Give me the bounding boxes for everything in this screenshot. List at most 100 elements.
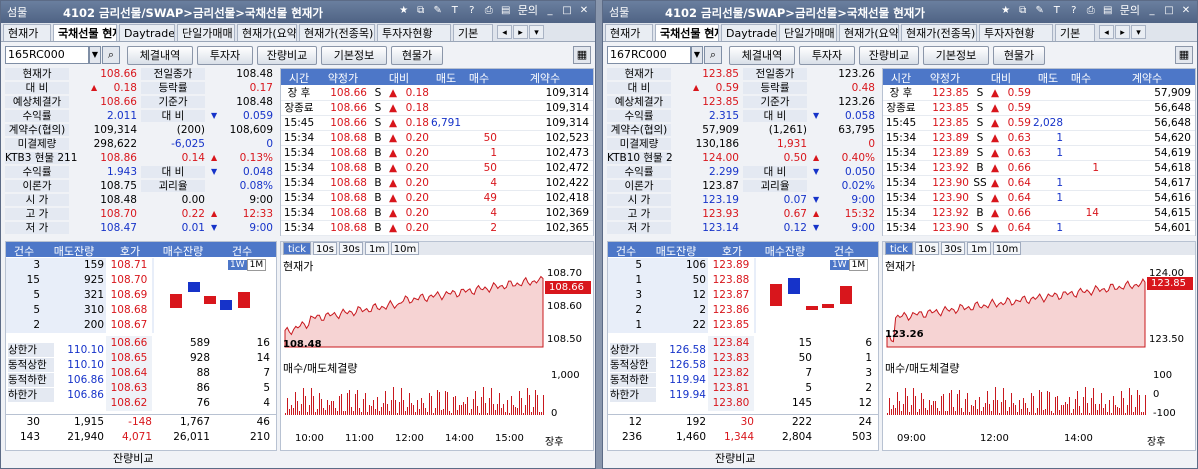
toolbar-button-2[interactable]: 잔량비교	[257, 46, 317, 65]
period-1w-button[interactable]: 1W	[228, 260, 247, 270]
tab-prev-icon[interactable]: ◂	[1099, 25, 1114, 39]
edit-icon[interactable]: ✎	[1033, 4, 1047, 18]
tab-2[interactable]: Daytrade	[721, 24, 777, 41]
ask-row[interactable]: 1 50 123.88	[608, 273, 756, 288]
search-icon[interactable]: ⌕	[704, 46, 722, 64]
summary-cell: 2,804	[781, 431, 812, 443]
layout-icon[interactable]: ▤	[499, 4, 513, 18]
toolbar-button-3[interactable]: 기본정보	[923, 46, 989, 65]
search-icon[interactable]: ⌕	[102, 46, 120, 64]
grid-icon[interactable]: ▦	[573, 46, 591, 64]
help-icon[interactable]: ?	[1067, 4, 1081, 18]
toolbar-button-1[interactable]: 투자자	[799, 46, 855, 65]
print-icon[interactable]: ⎙	[1084, 4, 1098, 18]
print-icon[interactable]: ⎙	[482, 4, 496, 18]
chart-tab-3[interactable]: 1m	[967, 242, 991, 255]
toolbar-button-4[interactable]: 현물가	[993, 46, 1045, 65]
grid-icon[interactable]: ▦	[1175, 46, 1193, 64]
edit-icon[interactable]: ✎	[431, 4, 445, 18]
toolbar-button-4[interactable]: 현물가	[391, 46, 443, 65]
tab-list-icon[interactable]: ▾	[529, 25, 544, 39]
chevron-down-icon[interactable]: ▼	[691, 46, 703, 64]
text-icon[interactable]: T	[1050, 4, 1064, 18]
link-icon[interactable]: ⧉	[1016, 4, 1030, 18]
tab-next-icon[interactable]: ▸	[513, 25, 528, 39]
chart-tab-4[interactable]: 10m	[993, 242, 1021, 255]
tab-4[interactable]: 현재가(요약)	[839, 24, 899, 41]
toolbar-button-0[interactable]: 체결내역	[127, 46, 193, 65]
tab-prev-icon[interactable]: ◂	[497, 25, 512, 39]
candles-svg	[170, 282, 250, 310]
tab-3[interactable]: 단일가매매	[177, 24, 235, 41]
link-icon[interactable]: ⧉	[414, 4, 428, 18]
price-chart[interactable]: tick 10s 30s 1m 10m 현재가 매수/매도체결량 108.70 108.60 10…	[280, 241, 594, 451]
layout-icon[interactable]: ▤	[1101, 4, 1115, 18]
toolbar-button-0[interactable]: 체결내역	[729, 46, 795, 65]
text-icon[interactable]: T	[448, 4, 462, 18]
ask-row[interactable]: 5 310 108.68	[6, 303, 154, 318]
chart-tab-0[interactable]: tick	[283, 242, 311, 255]
product-code-input[interactable]: 167RC000	[607, 46, 691, 64]
tab-6[interactable]: 투자자현황	[979, 24, 1053, 41]
maximize-icon[interactable]: □	[1162, 4, 1176, 18]
ask-row[interactable]: 5 321 108.69	[6, 288, 154, 303]
tab-5[interactable]: 현재가(전종목)	[901, 24, 977, 41]
tab-next-icon[interactable]: ▸	[1115, 25, 1130, 39]
period-1w-button[interactable]: 1W	[830, 260, 849, 270]
ask-row[interactable]: 1 22 123.85	[608, 318, 756, 333]
close-icon[interactable]: ✕	[577, 4, 591, 18]
help-icon[interactable]: ?	[465, 4, 479, 18]
chevron-down-icon[interactable]: ▼	[89, 46, 101, 64]
star-icon[interactable]: ★	[999, 4, 1013, 18]
tab-7[interactable]: 기본	[453, 24, 493, 41]
period-1m-button[interactable]: 1M	[246, 259, 267, 271]
price-chart[interactable]: tick 10s 30s 1m 10m 현재가 매수/매도체결량 124.00 123.50 12…	[882, 241, 1196, 451]
chart-tab-4[interactable]: 10m	[391, 242, 419, 255]
tab-6[interactable]: 투자자현황	[377, 24, 451, 41]
ask-row[interactable]: 3 12 123.87	[608, 288, 756, 303]
residual-compare-label[interactable]: 잔량비교	[715, 450, 755, 466]
volume-bar	[431, 396, 432, 415]
chart-tab-2[interactable]: 30s	[941, 242, 965, 255]
minimize-icon[interactable]: _	[1145, 4, 1159, 18]
star-icon[interactable]: ★	[397, 4, 411, 18]
ask-row[interactable]: 2 200 108.67	[6, 318, 154, 333]
ask-row[interactable]: 3 159 108.71	[6, 258, 154, 273]
volume-bar	[335, 408, 336, 415]
trade-ticks-table[interactable]: 시간 약정가 대비 매도 매수 계약수 장 후 108.66 S ▲ 0.18 109,314 장종료 1…	[280, 68, 594, 236]
toolbar-button-3[interactable]: 기본정보	[321, 46, 387, 65]
chart-tab-3[interactable]: 1m	[365, 242, 389, 255]
maximize-icon[interactable]: □	[560, 4, 574, 18]
close-icon[interactable]: ✕	[1179, 4, 1193, 18]
period-toggle[interactable]: 1W 1M	[830, 259, 870, 272]
chart-tab-1[interactable]: 10s	[313, 242, 337, 255]
tab-list-icon[interactable]: ▾	[1131, 25, 1146, 39]
minimize-icon[interactable]: _	[543, 4, 557, 18]
tab-3[interactable]: 단일가매매	[779, 24, 837, 41]
tab-2[interactable]: Daytrade	[119, 24, 175, 41]
tick-col-header: 약정가	[929, 72, 961, 85]
tab-1[interactable]: 국채선물 현재가	[655, 24, 719, 41]
chart-tab-0[interactable]: tick	[885, 242, 913, 255]
trade-ticks-table[interactable]: 시간 약정가 대비 매도 매수 계약수 장 후 123.85 S ▲ 0.59 57,909 장종료 12…	[882, 68, 1196, 236]
tab-7[interactable]: 기본	[1055, 24, 1095, 41]
toolbar-button-2[interactable]: 잔량비교	[859, 46, 919, 65]
tab-5[interactable]: 현재가(전종목)	[299, 24, 375, 41]
product-code-input[interactable]: 165RC000	[5, 46, 89, 64]
ask-row[interactable]: 2 2 123.86	[608, 303, 756, 318]
period-toggle[interactable]: 1W 1M	[228, 259, 268, 272]
period-1m-button[interactable]: 1M	[848, 259, 869, 271]
inquiry-menu[interactable]: 문의	[1118, 4, 1142, 18]
tab-0[interactable]: 현재가	[605, 24, 653, 41]
ask-row[interactable]: 15 925 108.70	[6, 273, 154, 288]
chart-tab-1[interactable]: 10s	[915, 242, 939, 255]
tab-4[interactable]: 현재가(요약)	[237, 24, 297, 41]
residual-compare-label[interactable]: 잔량비교	[113, 450, 153, 466]
toolbar-button-1[interactable]: 투자자	[197, 46, 253, 65]
tab-0[interactable]: 현재가	[3, 24, 51, 41]
tab-1[interactable]: 국채선물 현재가	[53, 24, 117, 41]
volume-bar	[1025, 403, 1026, 415]
chart-tab-2[interactable]: 30s	[339, 242, 363, 255]
inquiry-menu[interactable]: 문의	[516, 4, 540, 18]
ask-row[interactable]: 5 106 123.89	[608, 258, 756, 273]
